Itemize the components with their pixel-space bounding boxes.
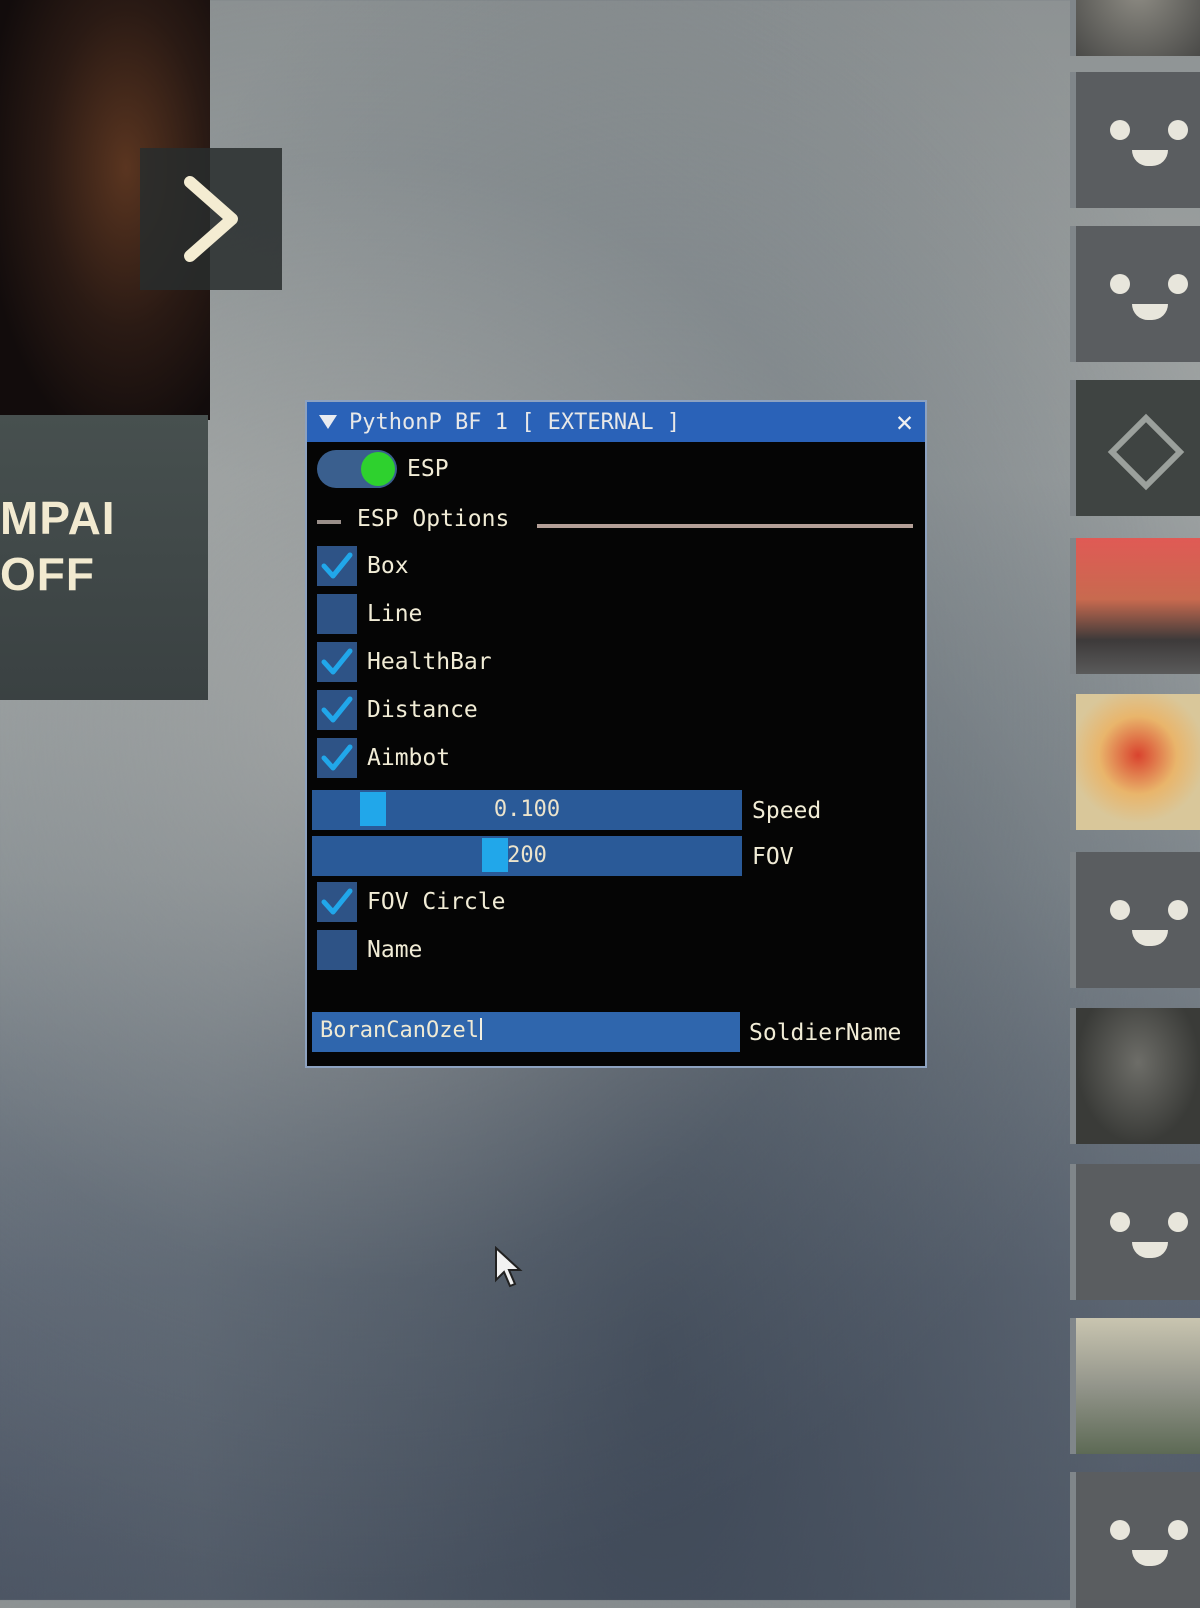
separator-line [317,520,341,524]
checkbox[interactable] [317,594,357,634]
carousel-next-button[interactable] [140,148,282,290]
caption-line-2: OFF [0,548,95,600]
diamond-logo-icon [1107,413,1185,491]
speed-slider[interactable]: 0.100 [312,790,742,830]
checkbox-label: Distance [367,697,478,723]
thumbnail-placeholder-face[interactable] [1070,1164,1200,1300]
thumbnail-placeholder-face[interactable] [1070,852,1200,988]
checkbox-row: Aimbot [317,738,450,778]
thumbnail-placeholder-face[interactable] [1070,72,1200,208]
checkbox-row: FOV Circle [317,882,505,922]
mouse-pointer-icon [495,1246,523,1288]
checkbox-label: Box [367,553,409,579]
checkbox-row: Name [317,930,422,970]
checkbox[interactable] [317,882,357,922]
thumbnail-art[interactable] [1070,538,1200,674]
chevron-right-icon [184,176,238,262]
checkbox-row: Distance [317,690,478,730]
toggle-knob [361,452,395,486]
checkmark-icon [321,744,353,771]
soldier-name-input[interactable]: BoranCanOzel [312,1012,740,1052]
checkmark-icon [321,648,353,675]
close-icon[interactable]: ✕ [896,408,913,436]
slider-value: 0.100 [493,797,561,822]
thumbnail-art[interactable] [1070,1318,1200,1454]
thumbnail-art[interactable] [1070,1008,1200,1144]
thumbnail-column [1062,0,1200,1608]
slider-value: 200 [507,843,547,868]
game-tile-caption: MPAI OFF [0,490,116,602]
checkbox-row: Box [317,546,409,586]
fov-slider[interactable]: 200 [312,836,742,876]
checkbox-label: HealthBar [367,649,492,675]
checkbox-label: FOV Circle [367,889,506,915]
esp-toggle-row: ESP [317,450,449,488]
thumbnail-logo[interactable] [1070,380,1200,516]
text-caret [479,1018,482,1040]
checkbox[interactable] [317,546,357,586]
esp-toggle-label: ESP [407,456,449,482]
checkbox-row: HealthBar [317,642,492,682]
checkbox[interactable] [317,738,357,778]
speed-label: Speed [752,798,822,824]
thumbnail-placeholder-face[interactable] [1070,226,1200,362]
collapse-triangle-icon[interactable] [319,415,337,429]
checkbox[interactable] [317,642,357,682]
caption-line-1: MPAI [0,492,116,544]
thumbnail-art[interactable] [1070,694,1200,830]
overlay-window: PythonP BF 1 [ EXTERNAL ] ✕ ESP ESP Opti… [305,400,927,1068]
checkbox-row: Line [317,594,422,634]
fov-label: FOV [752,844,794,870]
window-title: PythonP BF 1 [ EXTERNAL ] [349,409,681,435]
checkmark-icon [321,696,353,723]
esp-toggle[interactable] [317,450,397,488]
input-value: BoranCanOzel [320,1018,479,1043]
checkbox-label: Line [367,601,423,627]
separator-line [537,524,913,528]
window-titlebar[interactable]: PythonP BF 1 [ EXTERNAL ] ✕ [307,402,925,442]
section-title: ESP Options [357,506,510,532]
thumbnail-art[interactable] [1070,0,1200,56]
checkbox[interactable] [317,930,357,970]
thumbnail-placeholder-face[interactable] [1070,1472,1200,1608]
checkbox-label: Aimbot [367,745,451,771]
soldier-name-label: SoldierName [749,1020,902,1046]
checkbox-label: Name [367,937,423,963]
checkmark-icon [321,552,353,579]
checkbox[interactable] [317,690,357,730]
checkmark-icon [321,888,353,915]
